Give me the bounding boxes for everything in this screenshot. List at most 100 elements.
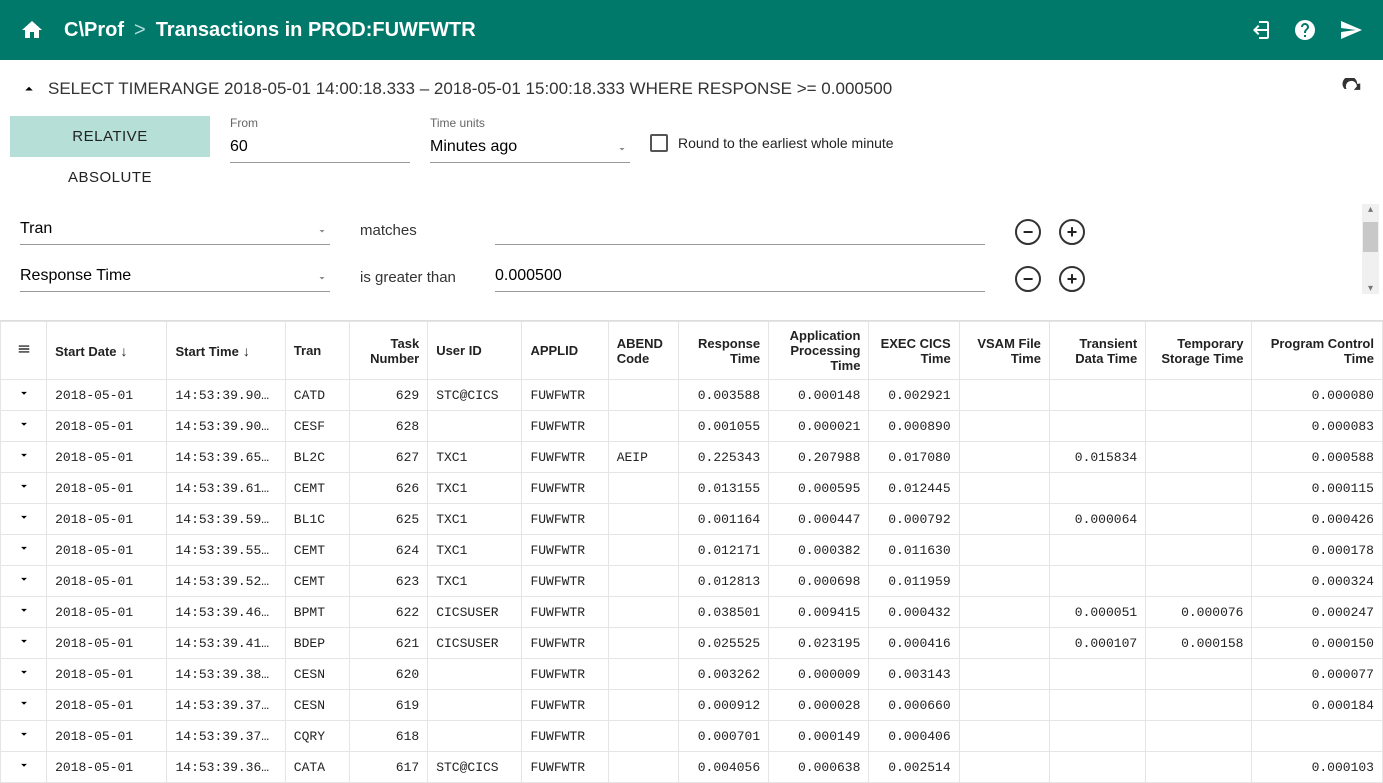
- help-icon[interactable]: [1293, 18, 1317, 42]
- cell-task: 624: [349, 535, 427, 566]
- round-checkbox[interactable]: [650, 134, 668, 152]
- filters-scrollbar[interactable]: ▴ ▾: [1362, 204, 1379, 294]
- cell-abend: [608, 721, 678, 752]
- table-row: 2018-05-0114:53:39.52…CEMT623TXC1FUWFWTR…: [1, 566, 1383, 597]
- cell-abend: [608, 535, 678, 566]
- cell-task: 620: [349, 659, 427, 690]
- expand-row-button[interactable]: [1, 473, 47, 504]
- remove-filter-button[interactable]: −: [1015, 219, 1041, 245]
- filter-value-input[interactable]: [495, 263, 985, 292]
- col-start-date[interactable]: Start Date↓: [47, 322, 167, 380]
- col-task-number[interactable]: Task Number: [349, 322, 427, 380]
- expand-row-button[interactable]: [1, 721, 47, 752]
- cell-exec: 0.012445: [869, 473, 959, 504]
- cell-ts: [1146, 442, 1252, 473]
- scroll-up-icon[interactable]: ▴: [1368, 204, 1373, 215]
- from-field: From: [230, 116, 410, 163]
- cell-proc: 0.000021: [769, 411, 869, 442]
- cell-user: [428, 659, 522, 690]
- query-summary-row: SELECT TIMERANGE 2018-05-01 14:00:18.333…: [0, 60, 1383, 110]
- filter-field-select[interactable]: [20, 216, 330, 245]
- query-summary-text: SELECT TIMERANGE 2018-05-01 14:00:18.333…: [48, 79, 892, 99]
- expand-row-button[interactable]: [1, 504, 47, 535]
- col-start-time[interactable]: Start Time↓: [167, 322, 285, 380]
- expand-row-button[interactable]: [1, 535, 47, 566]
- cell-task: 626: [349, 473, 427, 504]
- sort-desc-icon: ↓: [121, 343, 128, 359]
- send-icon[interactable]: [1339, 18, 1363, 42]
- cell-ts: [1146, 411, 1252, 442]
- filters-section: matches − + is greater than − + ▴ ▾: [0, 216, 1383, 320]
- from-input[interactable]: [230, 134, 410, 163]
- home-icon[interactable]: [20, 18, 44, 42]
- expand-row-button[interactable]: [1, 752, 47, 783]
- expand-row-button[interactable]: [1, 566, 47, 597]
- expand-row-button[interactable]: [1, 380, 47, 411]
- cell-exec: 0.011959: [869, 566, 959, 597]
- cell-applid: FUWFWTR: [522, 721, 608, 752]
- collapse-icon[interactable]: [20, 80, 38, 98]
- col-pc[interactable]: Program Control Time: [1252, 322, 1383, 380]
- login-icon[interactable]: [1247, 18, 1271, 42]
- cell-applid: FUWFWTR: [522, 535, 608, 566]
- add-filter-button[interactable]: +: [1059, 219, 1085, 245]
- cell-td: 0.000064: [1049, 504, 1145, 535]
- filter-field-input[interactable]: [20, 263, 330, 292]
- scroll-thumb[interactable]: [1363, 222, 1378, 252]
- cell-exec: 0.017080: [869, 442, 959, 473]
- col-tran[interactable]: Tran: [285, 322, 349, 380]
- cell-user: TXC1: [428, 535, 522, 566]
- col-td[interactable]: Transient Data Time: [1049, 322, 1145, 380]
- col-proc[interactable]: Application Processing Time: [769, 322, 869, 380]
- table-row: 2018-05-0114:53:39.90…CESF628FUWFWTR0.00…: [1, 411, 1383, 442]
- filter-value-input[interactable]: [495, 216, 985, 245]
- col-user-id[interactable]: User ID: [428, 322, 522, 380]
- col-response[interactable]: Response Time: [678, 322, 768, 380]
- cell-user: CICSUSER: [428, 597, 522, 628]
- cell-tran: CESN: [285, 659, 349, 690]
- scroll-down-icon[interactable]: ▾: [1368, 283, 1373, 294]
- expand-row-button[interactable]: [1, 597, 47, 628]
- filter-field-select[interactable]: [20, 263, 330, 292]
- table-row: 2018-05-0114:53:39.59…BL1C625TXC1FUWFWTR…: [1, 504, 1383, 535]
- col-vsam[interactable]: VSAM File Time: [959, 322, 1049, 380]
- cell-start-time: 14:53:39.90…: [167, 380, 285, 411]
- refresh-icon[interactable]: [1341, 78, 1363, 100]
- tab-absolute[interactable]: ABSOLUTE: [10, 157, 210, 198]
- cell-pc: 0.000324: [1252, 566, 1383, 597]
- cell-start-time: 14:53:39.41…: [167, 628, 285, 659]
- expand-row-button[interactable]: [1, 411, 47, 442]
- cell-ts: [1146, 752, 1252, 783]
- column-menu-button[interactable]: [1, 322, 47, 380]
- cell-exec: 0.000890: [869, 411, 959, 442]
- remove-filter-button[interactable]: −: [1015, 266, 1041, 292]
- expand-row-button[interactable]: [1, 659, 47, 690]
- cell-pc: 0.000247: [1252, 597, 1383, 628]
- units-select[interactable]: [430, 134, 630, 163]
- cell-pc: 0.000103: [1252, 752, 1383, 783]
- cell-vsam: [959, 566, 1049, 597]
- col-exec[interactable]: EXEC CICS Time: [869, 322, 959, 380]
- cell-response: 0.004056: [678, 752, 768, 783]
- cell-abend: [608, 690, 678, 721]
- cell-user: [428, 690, 522, 721]
- col-applid[interactable]: APPLID: [522, 322, 608, 380]
- cell-applid: FUWFWTR: [522, 380, 608, 411]
- col-ts[interactable]: Temporary Storage Time: [1146, 322, 1252, 380]
- cell-task: 625: [349, 504, 427, 535]
- expand-row-button[interactable]: [1, 690, 47, 721]
- col-abend[interactable]: ABEND Code: [608, 322, 678, 380]
- expand-row-button[interactable]: [1, 628, 47, 659]
- cell-start-time: 14:53:39.38…: [167, 659, 285, 690]
- add-filter-button[interactable]: +: [1059, 266, 1085, 292]
- table-row: 2018-05-0114:53:39.41…BDEP621CICSUSERFUW…: [1, 628, 1383, 659]
- cell-ts: [1146, 380, 1252, 411]
- cell-ts: 0.000158: [1146, 628, 1252, 659]
- expand-row-button[interactable]: [1, 442, 47, 473]
- cell-tran: CATD: [285, 380, 349, 411]
- filter-field-input[interactable]: [20, 216, 330, 245]
- breadcrumb-app[interactable]: C\Prof: [64, 19, 124, 42]
- cell-applid: FUWFWTR: [522, 690, 608, 721]
- cell-response: 0.012813: [678, 566, 768, 597]
- tab-relative[interactable]: RELATIVE: [10, 116, 210, 157]
